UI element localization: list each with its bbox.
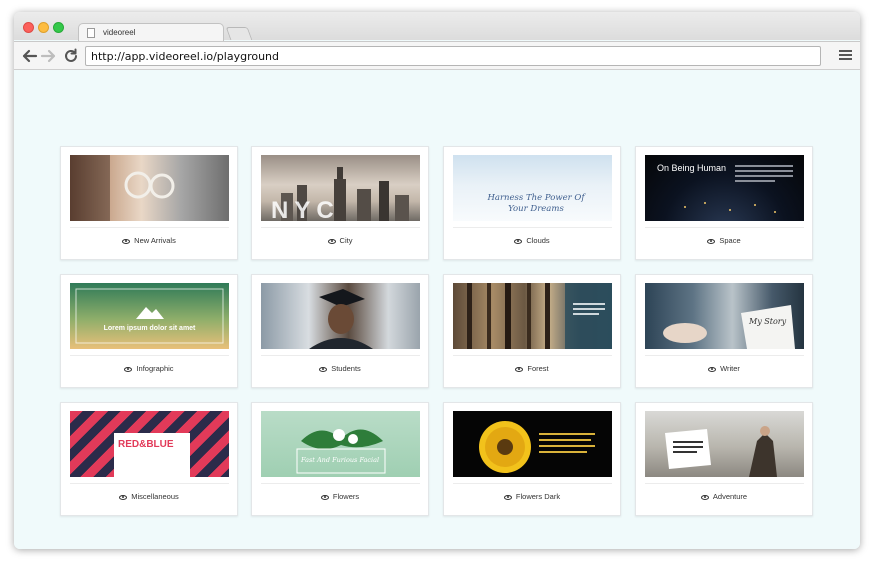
maximize-window-button[interactable] (53, 22, 64, 33)
template-label: Clouds (444, 236, 620, 245)
template-card[interactable]: Students (251, 274, 429, 388)
template-card[interactable]: Lorem ipsum dolor sit amet Infographic (60, 274, 238, 388)
eye-icon (514, 238, 523, 244)
browser-tab[interactable]: videoreel (78, 23, 224, 42)
reload-button[interactable] (62, 48, 80, 64)
minimize-window-button[interactable] (38, 22, 49, 33)
template-label: Flowers (252, 492, 428, 501)
template-label: New Arrivals (61, 236, 237, 245)
thumbnail-overlay-text: My Story (749, 317, 787, 326)
browser-toolbar: http://app.videoreel.io/playground (14, 41, 860, 70)
thumbnail-overlay-text: NYC (271, 197, 340, 221)
eye-icon (320, 494, 329, 500)
template-label: Adventure (636, 492, 812, 501)
template-card[interactable]: My Story Writer (635, 274, 813, 388)
template-label: Miscellaneous (61, 492, 237, 501)
eye-icon (319, 366, 328, 372)
template-card[interactable]: New Arrivals (60, 146, 238, 260)
template-thumbnail (70, 155, 229, 221)
thumbnail-overlay-text: Harness The Power Of Your Dreams (487, 193, 585, 214)
template-thumbnail (645, 411, 804, 477)
address-bar[interactable]: http://app.videoreel.io/playground (85, 46, 821, 66)
template-label: Students (252, 364, 428, 373)
template-label: Infographic (61, 364, 237, 373)
arrow-left-icon (22, 49, 38, 63)
page-viewport: New Arrivals NYC City Harness The Power … (14, 71, 860, 549)
eye-icon (707, 238, 716, 244)
eye-icon (124, 366, 133, 372)
template-card[interactable]: On Being Human Space (635, 146, 813, 260)
eye-icon (119, 494, 128, 500)
new-tab-button[interactable] (225, 27, 253, 40)
template-thumbnail: Lorem ipsum dolor sit amet (70, 283, 229, 349)
menu-icon[interactable] (839, 50, 852, 62)
browser-window: videoreel http://app.videoreel.io/playgr… (14, 12, 860, 549)
template-label: City (252, 236, 428, 245)
template-thumbnail: NYC (261, 155, 420, 221)
template-label: Writer (636, 364, 812, 373)
eye-icon (515, 366, 524, 372)
template-card[interactable]: Fast And Furious Facial Flowers (251, 402, 429, 516)
template-card[interactable]: NYC City (251, 146, 429, 260)
template-thumbnail: My Story (645, 283, 804, 349)
template-label: Flowers Dark (444, 492, 620, 501)
title-bar: videoreel (14, 12, 860, 42)
template-thumbnail: On Being Human (645, 155, 804, 221)
template-label: Forest (444, 364, 620, 373)
url-text: http://app.videoreel.io/playground (91, 50, 280, 63)
template-thumbnail (453, 283, 612, 349)
page-icon (87, 28, 95, 38)
template-card[interactable]: Adventure (635, 402, 813, 516)
reload-icon (65, 48, 77, 62)
thumbnail-overlay-text: RED&BLUE (118, 439, 174, 450)
template-thumbnail: RED&BLUE (70, 411, 229, 477)
close-window-button[interactable] (23, 22, 34, 33)
template-thumbnail (453, 411, 612, 477)
eye-icon (700, 494, 709, 500)
back-button[interactable] (20, 48, 38, 64)
eye-icon (708, 366, 717, 372)
template-label: Space (636, 236, 812, 245)
tab-title: videoreel (103, 28, 136, 37)
template-thumbnail: Fast And Furious Facial (261, 411, 420, 477)
eye-icon (503, 494, 512, 500)
template-card[interactable]: Harness The Power Of Your Dreams Clouds (443, 146, 621, 260)
arrow-right-icon (40, 49, 56, 63)
template-card[interactable]: RED&BLUE Miscellaneous (60, 402, 238, 516)
eye-icon (122, 238, 131, 244)
template-thumbnail (261, 283, 420, 349)
template-card[interactable]: Forest (443, 274, 621, 388)
thumbnail-overlay-text: Lorem ipsum dolor sit amet (103, 325, 196, 332)
forward-button[interactable] (40, 48, 58, 64)
thumbnail-overlay-text: Fast And Furious Facial (301, 456, 380, 464)
template-thumbnail: Harness The Power Of Your Dreams (453, 155, 612, 221)
template-card[interactable]: Flowers Dark (443, 402, 621, 516)
eye-icon (327, 238, 336, 244)
